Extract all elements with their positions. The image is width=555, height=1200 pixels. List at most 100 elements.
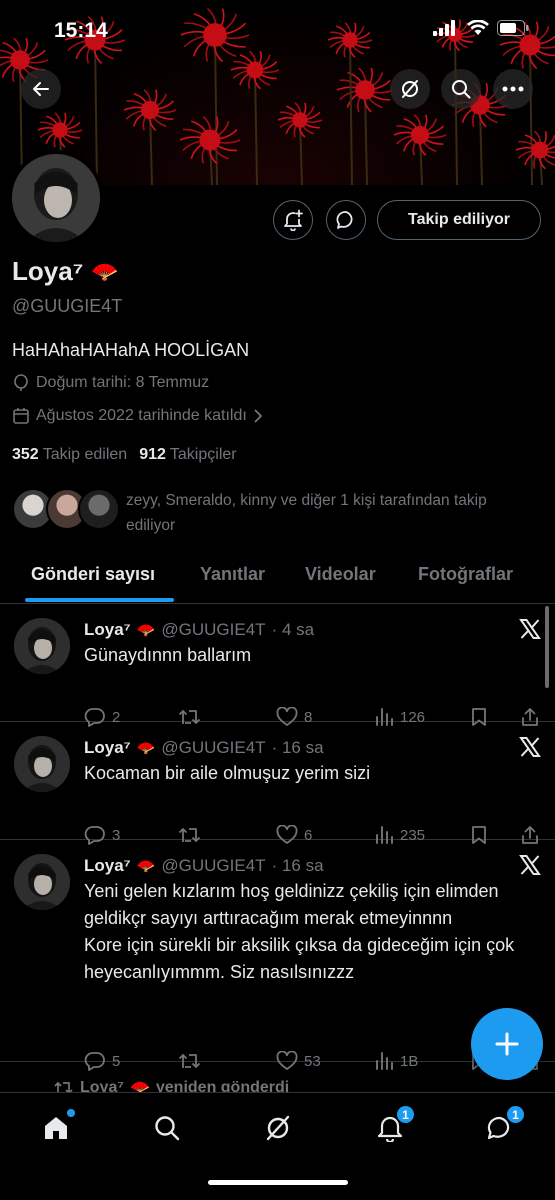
follow-counts: 352 Takip edilen 912 Takipçiler: [12, 446, 237, 464]
followers-count: 912: [139, 446, 166, 463]
status-icons: [433, 20, 529, 36]
nav-search[interactable]: [150, 1111, 184, 1145]
post-author-emoji: 🪭: [136, 740, 156, 757]
display-name: Loya⁷ 🪭: [12, 256, 119, 287]
grok-button[interactable]: [390, 69, 430, 109]
avatar-image: [14, 736, 70, 792]
chevron-right-icon: [254, 409, 263, 423]
avatar-image: [14, 854, 70, 910]
post-avatar[interactable]: [14, 736, 70, 792]
post-timestamp[interactable]: · 16 sa: [272, 738, 324, 758]
grok-icon: [266, 1115, 290, 1141]
calendar-icon: [13, 408, 29, 424]
avatar-image: [12, 154, 100, 242]
birthday-text: Doğum tarihi: 8 Temmuz: [36, 374, 210, 391]
back-button[interactable]: [21, 69, 61, 109]
views-button[interactable]: 1B: [374, 1051, 418, 1071]
heart-icon: [276, 1051, 298, 1070]
status-time: 15:14: [54, 19, 108, 42]
active-tab-indicator: [25, 598, 174, 602]
scrollbar[interactable]: [545, 606, 549, 688]
reply-button[interactable]: 5: [84, 1051, 120, 1071]
joined-row[interactable]: Ağustos 2022 tarihinde katıldı: [12, 407, 263, 425]
chat-bubble-icon: [336, 211, 353, 229]
nav-grok[interactable]: [261, 1111, 295, 1145]
compose-post-button[interactable]: [471, 1008, 543, 1080]
plus-icon: [495, 1032, 519, 1056]
bell-plus-icon: [284, 209, 303, 231]
status-bar: 15:14: [0, 0, 555, 62]
nav-messages[interactable]: 1: [483, 1105, 525, 1145]
post-timestamp[interactable]: · 4 sa: [272, 620, 315, 640]
followers-label: Takipçiler: [169, 446, 237, 463]
post-avatar[interactable]: [14, 618, 70, 674]
post-author-handle[interactable]: @GUUGIE4T: [161, 620, 265, 640]
more-options-button[interactable]: [493, 69, 533, 109]
followed-by-text: zeyy, Smeraldo, kinny ve diğer 1 kişi ta…: [126, 492, 487, 534]
views-chart-icon: [376, 1052, 393, 1070]
post-author-name[interactable]: Loya⁷: [84, 738, 131, 758]
post-header: Loya⁷ 🪭 @GUUGIE4T · 16 sa: [84, 738, 324, 758]
messages-badge: 1: [506, 1105, 525, 1124]
like-count: 53: [304, 1052, 321, 1070]
profile-avatar[interactable]: [8, 150, 104, 246]
views-count: 1B: [400, 1052, 419, 1070]
post[interactable]: Loya⁷ 🪭 @GUUGIE4T · 16 sa Yeni gelen kız…: [0, 840, 555, 1071]
post-text: Günaydınnn ballarım: [84, 645, 252, 665]
search-icon: [155, 1116, 180, 1141]
following-button[interactable]: Takip ediliyor: [377, 200, 541, 240]
repost-icon: [178, 1054, 201, 1068]
nav-home[interactable]: [39, 1109, 75, 1145]
message-button[interactable]: [326, 200, 366, 240]
post-text: Yeni gelen kızlarım hoş geldinizz çekili…: [84, 881, 515, 982]
reply-icon: [84, 1052, 105, 1071]
post-author-handle[interactable]: @GUUGIE4T: [161, 856, 265, 876]
post-header: Loya⁷ 🪭 @GUUGIE4T · 4 sa: [84, 620, 314, 640]
x-logo-icon: [519, 737, 541, 757]
more-dots-icon: [502, 86, 524, 92]
tab-videos[interactable]: Videolar: [305, 564, 376, 585]
signal-icon: [433, 20, 455, 36]
like-button[interactable]: 53: [276, 1051, 321, 1071]
following-link[interactable]: 352 Takip edilen: [12, 446, 127, 464]
post-author-name[interactable]: Loya⁷: [84, 856, 131, 876]
grok-icon: [402, 80, 418, 98]
reply-count: 5: [112, 1052, 121, 1070]
display-name-text: Loya⁷: [12, 256, 84, 286]
post-avatar[interactable]: [14, 854, 70, 910]
followers-link[interactable]: 912 Takipçiler: [139, 446, 236, 464]
joined-text: Ağustos 2022 tarihinde katıldı: [36, 407, 247, 424]
profile-tabs: Gönderi sayısı Yanıtlar Videolar Fotoğra…: [0, 554, 555, 604]
bio: HaHAhaHAHahA HOOLİGAN: [12, 340, 250, 360]
username: @GUUGIE4T: [12, 296, 123, 316]
balloon-icon: [14, 374, 28, 391]
mutual-avatars: [12, 488, 120, 532]
post-author-name[interactable]: Loya⁷: [84, 620, 131, 640]
tab-photos[interactable]: Fotoğraflar: [418, 564, 513, 585]
tab-posts[interactable]: Gönderi sayısı: [31, 564, 155, 585]
post-author-handle[interactable]: @GUUGIE4T: [161, 738, 265, 758]
tab-replies[interactable]: Yanıtlar: [200, 564, 265, 585]
nav-notifications[interactable]: 1: [373, 1105, 415, 1145]
arrow-left-icon: [33, 82, 49, 96]
post-text: Kocaman bir aile olmuşuz yerim sizi: [84, 763, 371, 783]
search-button[interactable]: [441, 69, 481, 109]
post[interactable]: Loya⁷ 🪭 @GUUGIE4T · 16 sa Kocaman bir ai…: [0, 722, 555, 845]
post-author-emoji: 🪭: [136, 622, 156, 639]
post-header: Loya⁷ 🪭 @GUUGIE4T · 16 sa: [84, 856, 324, 876]
notify-button[interactable]: [273, 200, 313, 240]
wifi-icon: [467, 20, 489, 35]
fan-emoji: 🪭: [91, 258, 119, 284]
post[interactable]: Loya⁷ 🪭 @GUUGIE4T · 4 sa Günaydınnn ball…: [0, 604, 555, 727]
battery-icon: [497, 20, 529, 36]
following-label: Takip edilen: [42, 446, 128, 463]
x-logo-icon: [519, 855, 541, 875]
home-unread-dot: [67, 1109, 75, 1117]
avatar-image: [14, 618, 70, 674]
followers-you-know[interactable]: zeyy, Smeraldo, kinny ve diğer 1 kişi ta…: [12, 488, 526, 538]
repost-button[interactable]: [178, 1051, 208, 1071]
post-timestamp[interactable]: · 16 sa: [272, 856, 324, 876]
following-count: 352: [12, 446, 39, 463]
birthday-row: Doğum tarihi: 8 Temmuz: [12, 374, 209, 392]
notifications-badge: 1: [396, 1105, 415, 1124]
